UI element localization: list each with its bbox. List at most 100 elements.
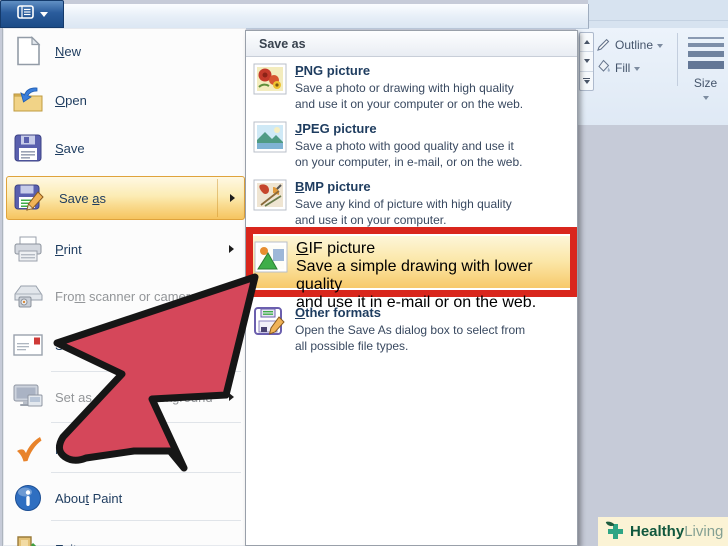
fill-button[interactable]: Fill [596,59,641,77]
triangle-up-icon [583,40,590,45]
menu-item-label: Save as [59,190,106,206]
save-as-floppy-pencil-icon [12,181,46,215]
submenu-item-desc: on your computer, in e-mail, or on the w… [295,155,523,169]
size-button-label: Size [693,76,718,90]
triangle-down-icon [583,59,590,64]
jpeg-photo-picture-icon [253,121,287,155]
fill-button-label: Fill [615,61,631,75]
submenu-split-divider [217,179,218,217]
submenu-item-desc: and use it on your computer. [295,213,447,227]
watermark-light-text: Living [684,523,724,540]
submenu-item-jpeg[interactable]: JPEG picture Save a photo with good qual… [246,121,577,170]
submenu-item-other-formats[interactable]: Other formats Open the Save As dialog bo… [246,305,577,354]
outline-button-label: Outline [615,38,654,52]
paint-bucket-fill-icon [596,59,611,77]
menu-item-print[interactable]: Print [3,231,246,267]
menu-item-label: Print [55,241,82,257]
ribbon-shapes-group: Outline Fill Size [576,28,728,126]
submenu-item-desc: Save a photo or drawing with high qualit… [295,81,514,95]
gif-drawing-picture-icon [254,241,288,275]
png-flowers-picture-icon [253,63,287,97]
menu-item-label: Properties [55,441,115,457]
gallery-expand-button[interactable] [580,72,593,90]
green-cross-leaf-icon [605,521,626,542]
pencil-outline-icon [596,36,611,54]
menu-item-label: Send in e-mail [55,337,139,353]
menu-item-label: New [55,43,82,59]
menu-item-properties[interactable]: Properties [3,431,246,467]
submenu-item-desc: Save a simple drawing with lower quality [296,258,533,293]
submenu-header: Save as [246,31,577,57]
save-floppy-icon [11,131,45,165]
submenu-item-desc: Save a photo with good quality and use i… [295,139,514,153]
menu-separator [51,422,241,423]
new-page-icon [11,34,45,68]
submenu-item-desc: Open the Save As dialog box to select fr… [295,323,526,337]
menu-item-about[interactable]: About Paint [3,480,246,516]
monitor-wallpaper-icon [11,380,45,414]
menu-item-send-email[interactable]: Send in e-mail [3,327,246,363]
titlebar-right-band [588,0,728,28]
submenu-arrow-icon [229,393,234,401]
menu-top-strip [62,4,589,29]
floppy-pencil-icon [253,305,287,339]
file-menu-panel: New Open Save Save as Print From scanner… [2,28,246,546]
watermark-badge: HealthyLiving [598,517,728,546]
save-as-submenu: Save as PNG picture Save a photo or draw… [245,30,578,546]
menu-item-label: Save [55,140,85,156]
chevron-down-icon [634,67,641,71]
watermark-bold-text: Healthy [630,523,685,540]
submenu-item-title: GIF picture [296,240,376,257]
exit-door-icon [11,532,45,546]
open-folder-icon [11,83,45,117]
menu-item-label: About Paint [55,490,123,506]
menu-separator [51,520,241,521]
menu-item-new[interactable]: New [3,33,246,69]
printer-icon [11,232,45,266]
canvas-workspace [576,125,728,546]
submenu-arrow-icon [229,245,234,253]
menu-item-exit[interactable]: Exit [3,531,246,546]
gallery-scroll-down-button[interactable] [580,52,593,72]
submenu-item-title: BMP picture [295,179,371,194]
paint-window: Outline Fill Size New Open Save Save as … [0,0,728,546]
menu-item-label: Exit [55,542,77,546]
submenu-item-desc: and use it on your computer or on the we… [295,97,524,111]
shapes-gallery-scrollbar[interactable] [579,32,594,91]
bmp-paint-picture-icon [253,179,287,213]
menu-pages-icon [16,4,34,24]
submenu-item-title: Other formats [295,305,381,320]
line-size-bars-icon [687,37,724,69]
outline-button[interactable]: Outline [596,36,664,54]
gallery-expand-icon [583,77,590,85]
menu-item-open[interactable]: Open [3,82,246,118]
envelope-icon [11,328,45,362]
info-circle-icon [11,481,45,515]
menu-separator [51,371,241,372]
annotation-red-box: GIF picture Save a simple drawing with l… [246,227,577,311]
menu-item-label: Open [55,92,87,108]
menu-item-save[interactable]: Save [3,130,246,166]
menu-item-set-as-background[interactable]: Set as desktop background [3,379,246,415]
submenu-header-label: Save as [259,36,306,51]
scanner-icon [11,279,45,313]
orange-check-icon [11,432,45,466]
chevron-down-icon [657,44,664,48]
gallery-scroll-up-button[interactable] [580,33,593,53]
ribbon-group-separator [677,33,678,86]
menu-separator [51,472,241,473]
file-menu-button[interactable] [0,0,64,28]
submenu-item-title: JPEG picture [295,121,377,136]
size-button[interactable]: Size [683,31,728,107]
submenu-item-bmp[interactable]: BMP picture Save any kind of picture wit… [246,179,577,228]
menu-item-from-scanner[interactable]: From scanner or camera [3,278,246,314]
menu-item-label: From scanner or camera [55,288,198,304]
submenu-arrow-icon [230,194,235,202]
submenu-item-png[interactable]: PNG picture Save a photo or drawing with… [246,63,577,112]
submenu-item-desc: all possible file types. [295,339,409,353]
submenu-item-title: PNG picture [295,63,371,78]
menu-item-save-as[interactable]: Save as [6,176,245,220]
chevron-down-icon [39,11,48,17]
submenu-item-gif[interactable]: GIF picture Save a simple drawing with l… [253,236,570,311]
submenu-item-desc: Save any kind of picture with high quali… [295,197,512,211]
